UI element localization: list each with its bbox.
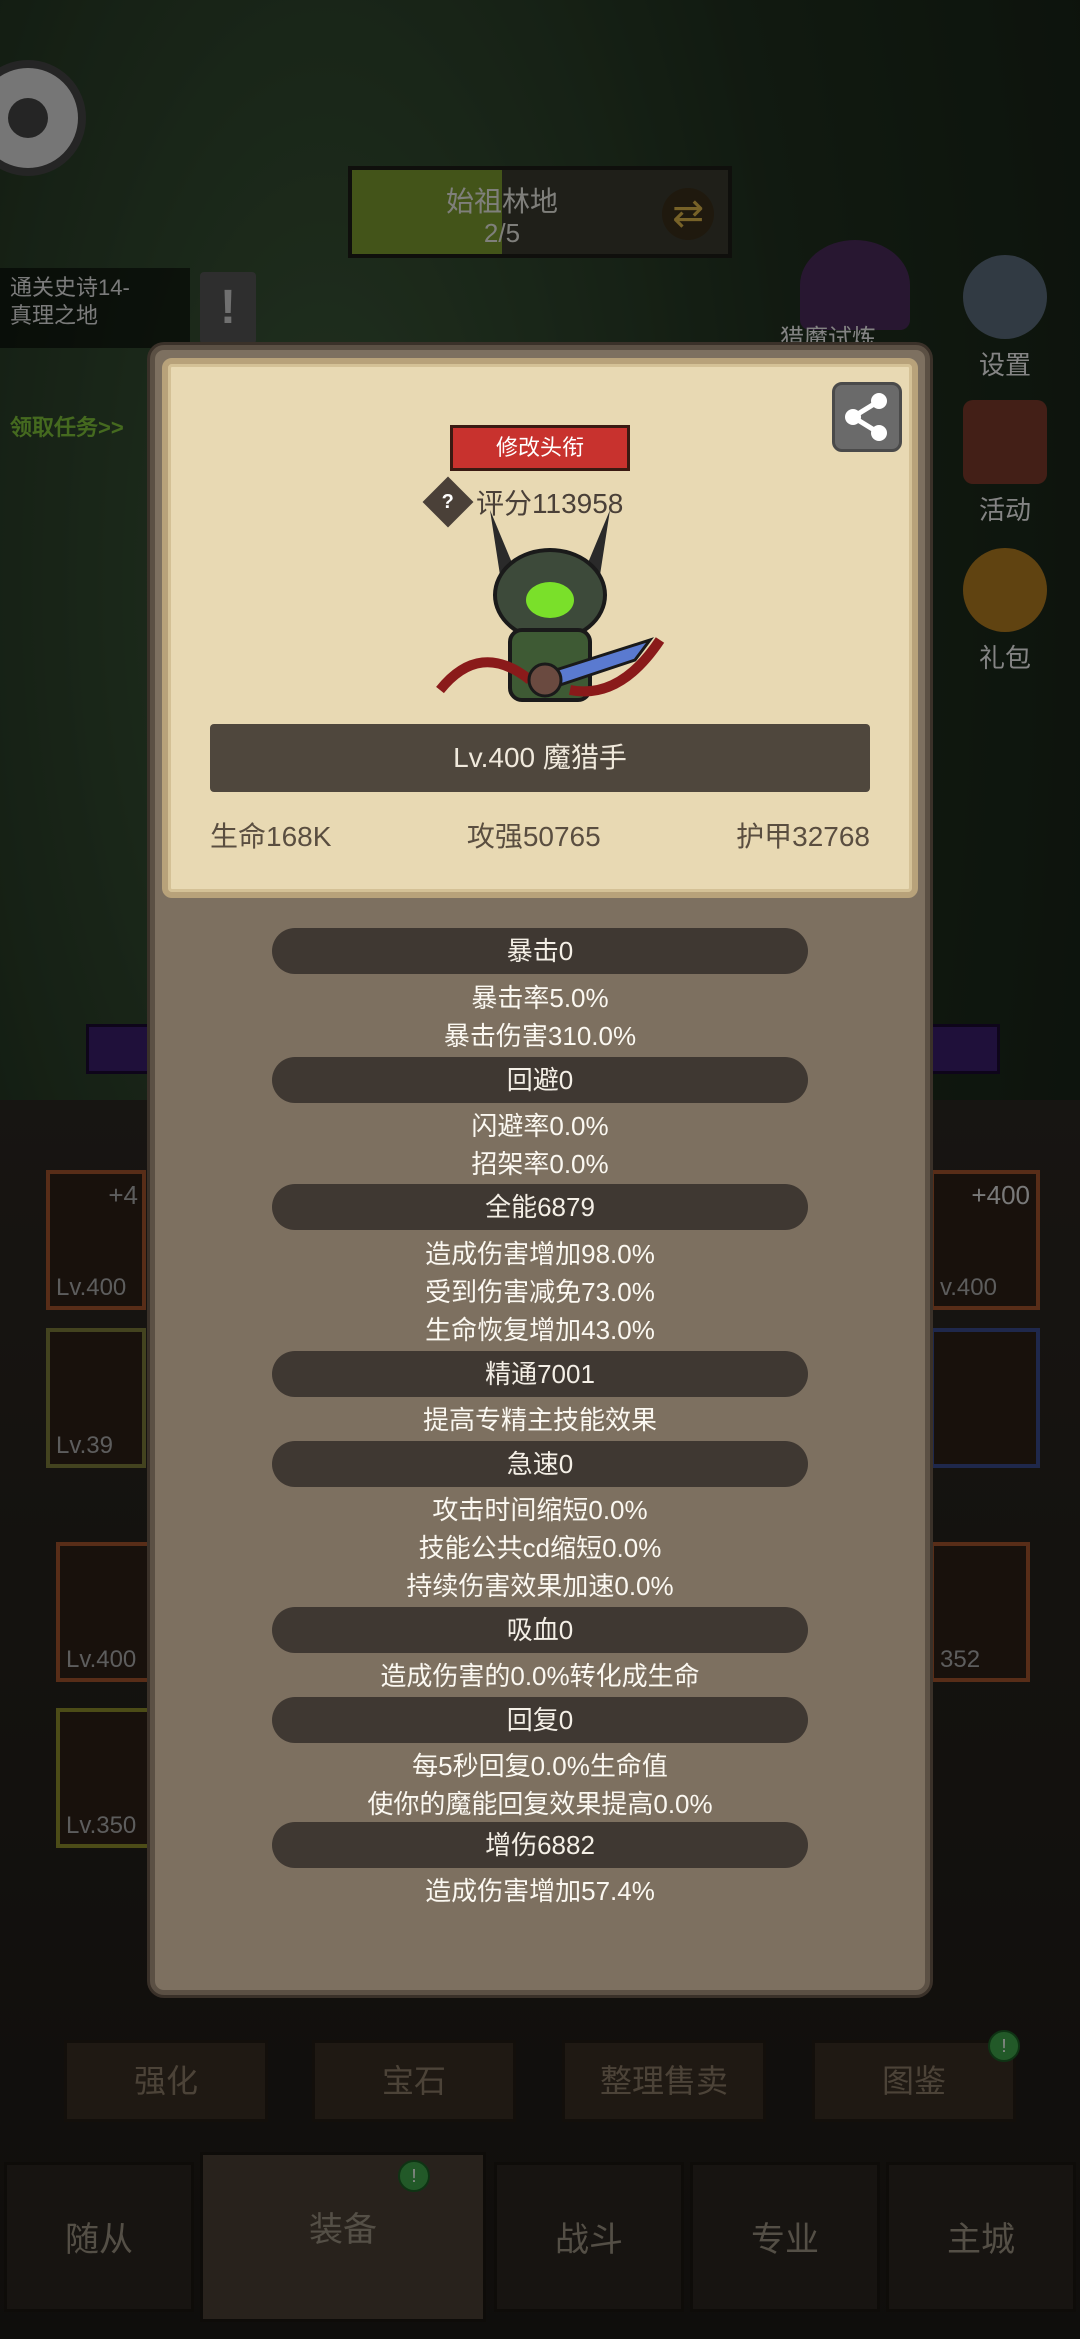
section-lifesteal-title: 吸血0 bbox=[272, 1607, 808, 1653]
section-haste-title: 急速0 bbox=[272, 1441, 808, 1487]
stat-line: 每5秒回复0.0%生命值 bbox=[412, 1751, 668, 1781]
level-name-banner: Lv.400 魔猎手 bbox=[210, 724, 870, 792]
hero-portrait bbox=[436, 510, 665, 702]
section-regen-title: 回复0 bbox=[272, 1697, 808, 1743]
section-versatility-title: 全能6879 bbox=[272, 1184, 808, 1230]
core-stats-row: 生命168K 攻强50765 护甲32768 bbox=[210, 815, 870, 855]
section-mastery-title: 精通7001 bbox=[272, 1351, 808, 1397]
stat-line: 使你的魔能回复效果提高0.0% bbox=[367, 1789, 713, 1819]
stat-line: 暴击率5.0% bbox=[471, 983, 609, 1013]
stat-line: 攻击时间缩短0.0% bbox=[432, 1495, 648, 1525]
stat-line: 技能公共cd缩短0.0% bbox=[418, 1533, 662, 1563]
stat-line: 闪避率0.0% bbox=[471, 1111, 609, 1141]
stat-line: 造成伤害增加98.0% bbox=[425, 1239, 655, 1269]
stat-line: 造成伤害的0.0%转化成生命 bbox=[380, 1661, 700, 1691]
attack-stat: 攻强50765 bbox=[466, 821, 601, 852]
armor-stat: 护甲32768 bbox=[736, 821, 870, 852]
share-button[interactable] bbox=[832, 382, 902, 452]
change-title-button[interactable]: 修改头衔 bbox=[450, 425, 630, 471]
stat-line: 造成伤害增加57.4% bbox=[425, 1876, 655, 1906]
stat-line: 暴击伤害310.0% bbox=[443, 1021, 637, 1051]
stat-line: 招架率0.0% bbox=[471, 1149, 609, 1179]
section-damage-bonus-title: 增伤6882 bbox=[272, 1822, 808, 1868]
share-icon bbox=[845, 393, 887, 441]
section-dodge-title: 回避0 bbox=[272, 1057, 808, 1103]
stat-line: 持续伤害效果加速0.0% bbox=[406, 1571, 674, 1601]
hp-stat: 生命168K bbox=[210, 821, 332, 852]
stat-line: 受到伤害减免73.0% bbox=[425, 1277, 655, 1307]
stat-line: 生命恢复增加43.0% bbox=[425, 1315, 655, 1345]
section-crit-title: 暴击0 bbox=[272, 928, 808, 974]
stat-line: 提高专精主技能效果 bbox=[422, 1405, 657, 1435]
